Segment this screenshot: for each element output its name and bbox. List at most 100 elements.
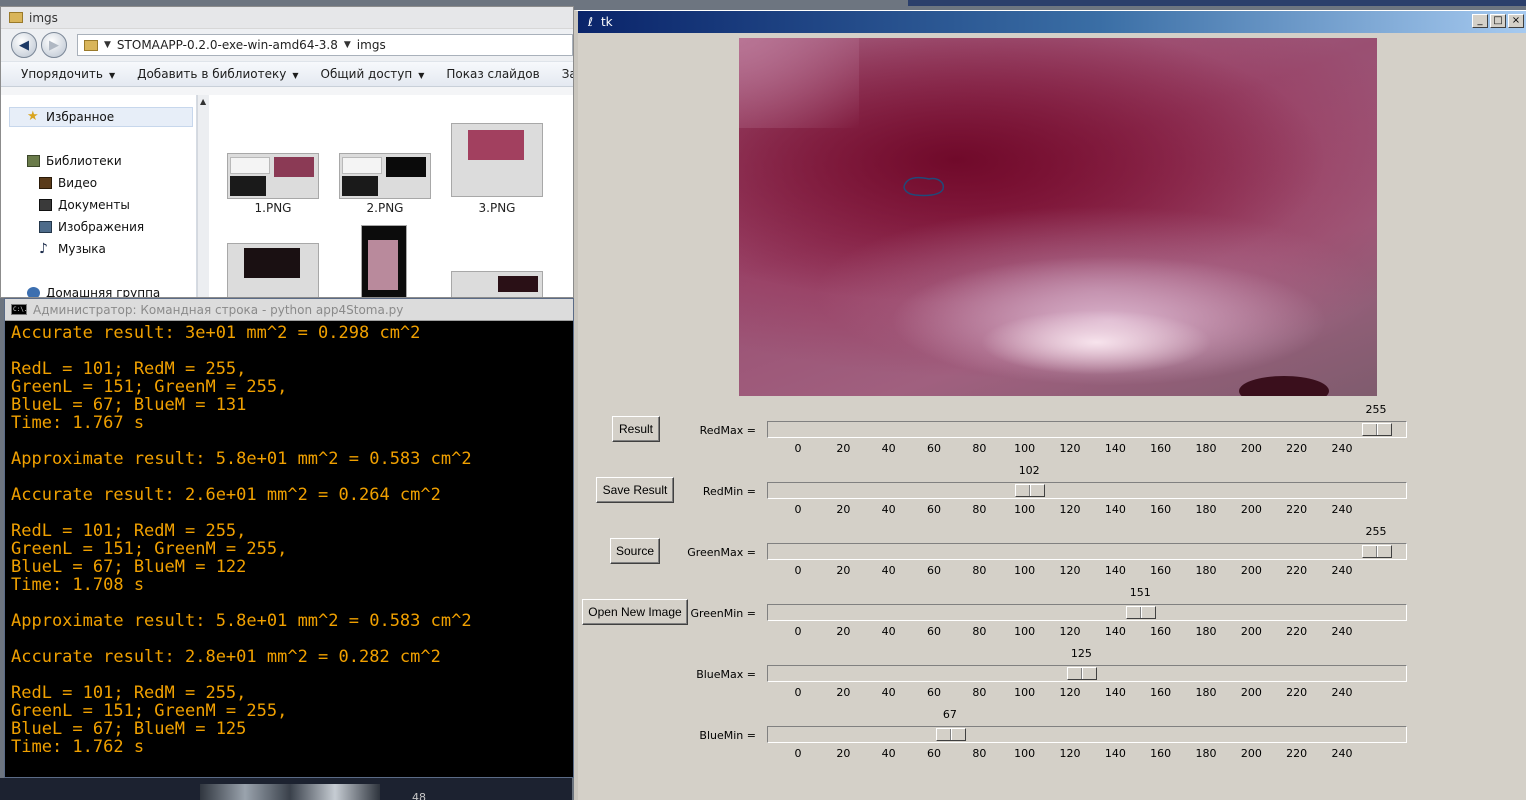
- scale-slider-handle[interactable]: [1126, 606, 1157, 619]
- file-name[interactable]: 3.PNG: [451, 201, 543, 215]
- nav-item-documents[interactable]: Документы: [39, 198, 130, 212]
- breadcrumb-segment[interactable]: STOMAAPP-0.2.0-exe-win-amd64-3.8: [117, 38, 338, 52]
- scroll-up-arrow-icon[interactable]: ▲: [200, 97, 206, 106]
- organize-menu[interactable]: Упорядочить ▼: [21, 67, 115, 81]
- file-thumbnail[interactable]: [451, 271, 543, 297]
- file-thumbnail[interactable]: [227, 243, 319, 297]
- file-thumbnail[interactable]: [227, 153, 319, 199]
- minimize-icon[interactable]: _: [1472, 14, 1488, 28]
- scale-tick-label: 40: [881, 686, 896, 699]
- chevron-right-icon[interactable]: ▼: [344, 40, 351, 50]
- console-line: GreenL = 151; GreenM = 255,: [11, 539, 288, 559]
- scale-tick-label: 0: [794, 625, 802, 638]
- scale-label: RedMax =: [699, 424, 756, 437]
- close-icon[interactable]: ×: [1508, 14, 1524, 28]
- slideshow-button[interactable]: Показ слайдов: [446, 67, 539, 81]
- scale-tick-label: 140: [1104, 686, 1126, 699]
- scale-tick-label: 140: [1104, 625, 1126, 638]
- forward-arrow-icon[interactable]: ▶: [41, 32, 67, 58]
- nav-item-homegroup[interactable]: Домашняя группа: [27, 286, 160, 297]
- chevron-right-icon[interactable]: ▼: [104, 40, 111, 50]
- scale-trough[interactable]: [767, 604, 1407, 621]
- console-icon: C:\.: [11, 304, 28, 315]
- chevron-down-icon: ▼: [418, 71, 425, 80]
- scale-slider-handle[interactable]: [935, 728, 966, 741]
- maximize-icon[interactable]: □: [1490, 14, 1506, 28]
- file-thumbnail[interactable]: [451, 123, 543, 197]
- file-name[interactable]: 1.PNG: [227, 201, 319, 215]
- burn-button[interactable]: Запи: [562, 67, 573, 81]
- explorer-navigation-bar: ◀ ▶ ▼ STOMAAPP-0.2.0-exe-win-amd64-3.8 ▼…: [1, 29, 573, 61]
- folder-icon: [84, 39, 98, 51]
- scale-tick-label: 200: [1240, 503, 1262, 516]
- nav-item-images[interactable]: Изображения: [39, 220, 144, 234]
- scale-tick-label: 120: [1059, 625, 1081, 638]
- scale-tick-label: 180: [1195, 564, 1217, 577]
- scale-tick-label: 220: [1286, 686, 1308, 699]
- source-button[interactable]: Source: [610, 538, 660, 564]
- tk-title-bar[interactable]: ℓ tk _ □ ×: [578, 11, 1526, 33]
- image-canvas[interactable]: [739, 38, 1377, 396]
- scale-tick-label: 180: [1195, 625, 1217, 638]
- back-arrow-icon[interactable]: ◀: [11, 32, 37, 58]
- scale-tick-label: 180: [1195, 747, 1217, 760]
- nav-item-favorites[interactable]: ★ Избранное: [27, 110, 114, 124]
- address-bar[interactable]: ▼ STOMAAPP-0.2.0-exe-win-amd64-3.8 ▼ img…: [77, 34, 573, 56]
- scale-tick-label: 240: [1331, 564, 1353, 577]
- explorer-window: imgs ◀ ▶ ▼ STOMAAPP-0.2.0-exe-win-amd64-…: [0, 6, 574, 298]
- scale-tick-label: 140: [1104, 442, 1126, 455]
- breadcrumb-segment[interactable]: imgs: [357, 38, 386, 52]
- scale-slider-handle[interactable]: [1015, 484, 1046, 497]
- feather-icon: ℓ: [588, 15, 593, 29]
- scale-trough[interactable]: [767, 482, 1407, 499]
- explorer-title: imgs: [29, 10, 58, 25]
- navigation-pane-scrollbar[interactable]: ▲: [197, 95, 209, 297]
- open-new-image-button[interactable]: Open New Image: [582, 599, 688, 625]
- console-line: Accurate result: 2.8e+01 mm^2 = 0.282 cm…: [11, 647, 441, 667]
- video-icon: [39, 177, 52, 189]
- scale-tick-label: 40: [881, 625, 896, 638]
- scale-label: BlueMin =: [699, 729, 756, 742]
- console-line: GreenL = 151; GreenM = 255,: [11, 377, 288, 397]
- share-menu[interactable]: Общий доступ ▼: [321, 67, 425, 81]
- console-line: RedL = 101; RedM = 255,: [11, 521, 247, 541]
- console-title-bar[interactable]: C:\. Администратор: Командная строка - p…: [5, 299, 573, 321]
- scale-current-value: 255: [1365, 403, 1387, 416]
- scale-trough[interactable]: [767, 421, 1407, 438]
- scale-tick-label: 220: [1286, 625, 1308, 638]
- scale-slider-handle[interactable]: [1362, 545, 1392, 558]
- save-result-button[interactable]: Save Result: [596, 477, 674, 503]
- nav-item-video[interactable]: Видео: [39, 176, 97, 190]
- nav-item-music[interactable]: ♪ Музыка: [39, 242, 106, 256]
- result-button[interactable]: Result: [612, 416, 660, 442]
- scale-tick-label: 220: [1286, 564, 1308, 577]
- scale-tick-label: 0: [794, 564, 802, 577]
- scale-tick-label: 60: [927, 442, 941, 455]
- scale-tick-label: 0: [794, 442, 802, 455]
- console-title: Администратор: Командная строка - python…: [33, 302, 404, 317]
- scale-tick-label: 160: [1150, 747, 1172, 760]
- scale-tick-label: 180: [1195, 442, 1217, 455]
- selection-contour: [903, 176, 945, 197]
- explorer-title-bar[interactable]: imgs: [1, 7, 573, 29]
- scale-slider-handle[interactable]: [1362, 423, 1392, 436]
- folder-icon: [9, 12, 23, 23]
- scale-tick-label: 60: [927, 686, 941, 699]
- scale-tick-label: 40: [881, 442, 896, 455]
- scale-trough[interactable]: [767, 543, 1407, 560]
- add-to-library-menu[interactable]: Добавить в библиотеку ▼: [137, 67, 298, 81]
- scale-slider-handle[interactable]: [1067, 667, 1098, 680]
- scale-trough[interactable]: [767, 726, 1407, 743]
- scale-tick-label: 240: [1331, 625, 1353, 638]
- nav-item-libraries[interactable]: Библиотеки: [27, 154, 122, 168]
- scale-tick-label: 220: [1286, 747, 1308, 760]
- command-prompt-window[interactable]: C:\. Администратор: Командная строка - p…: [4, 298, 574, 778]
- scale-trough[interactable]: [767, 665, 1407, 682]
- scale-tick-label: 40: [881, 747, 896, 760]
- file-thumbnail[interactable]: [339, 153, 431, 199]
- scale-tick-label: 100: [1014, 503, 1036, 516]
- file-name[interactable]: 2.PNG: [339, 201, 431, 215]
- scale-tick-label: 20: [836, 625, 851, 638]
- file-thumbnail[interactable]: [361, 225, 407, 297]
